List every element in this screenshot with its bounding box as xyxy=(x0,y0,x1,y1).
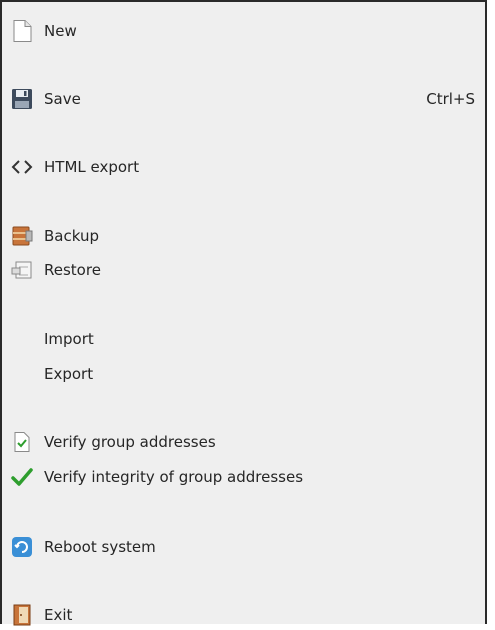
new-document-icon xyxy=(10,19,34,43)
menu-item-save[interactable]: Save Ctrl+S xyxy=(10,84,475,114)
reboot-icon xyxy=(10,535,34,559)
menu-item-label: Reboot system xyxy=(44,538,156,556)
menu-item-html-export[interactable]: HTML export xyxy=(10,152,475,182)
menu-item-label: Exit xyxy=(44,606,73,624)
menu-item-label: Restore xyxy=(44,261,101,279)
menu-item-verify-integrity[interactable]: Verify integrity of group addresses xyxy=(10,462,475,492)
exit-door-icon xyxy=(10,603,34,627)
floppy-disk-icon xyxy=(10,87,34,111)
menu-item-backup[interactable]: Backup xyxy=(10,221,475,251)
menu-item-label: Verify integrity of group addresses xyxy=(44,468,304,486)
code-brackets-icon xyxy=(10,155,34,179)
menu-item-label: Export xyxy=(44,365,94,383)
menu-item-label: New xyxy=(44,22,77,40)
menu-item-import[interactable]: Import xyxy=(10,324,475,354)
menu-item-verify-group-addresses[interactable]: Verify group addresses xyxy=(10,427,475,457)
menu-item-label: Save xyxy=(44,90,81,108)
menu-item-restore[interactable]: Restore xyxy=(10,255,475,285)
verify-document-icon xyxy=(10,430,34,454)
file-menu: New Save Ctrl+S HTML export Backup Resto… xyxy=(0,0,487,626)
menu-item-label: Backup xyxy=(44,227,99,245)
menu-item-exit[interactable]: Exit xyxy=(10,600,475,630)
restore-icon xyxy=(10,258,34,282)
menu-item-reboot-system[interactable]: Reboot system xyxy=(10,532,475,562)
shortcut-label: Ctrl+S xyxy=(426,90,475,108)
menu-item-new[interactable]: New xyxy=(10,16,475,46)
green-checkmark-icon xyxy=(10,465,34,489)
menu-item-label: HTML export xyxy=(44,158,140,176)
menu-item-label: Import xyxy=(44,330,94,348)
backup-archive-icon xyxy=(10,224,34,248)
menu-item-label: Verify group addresses xyxy=(44,433,216,451)
menu-item-export[interactable]: Export xyxy=(10,359,475,389)
